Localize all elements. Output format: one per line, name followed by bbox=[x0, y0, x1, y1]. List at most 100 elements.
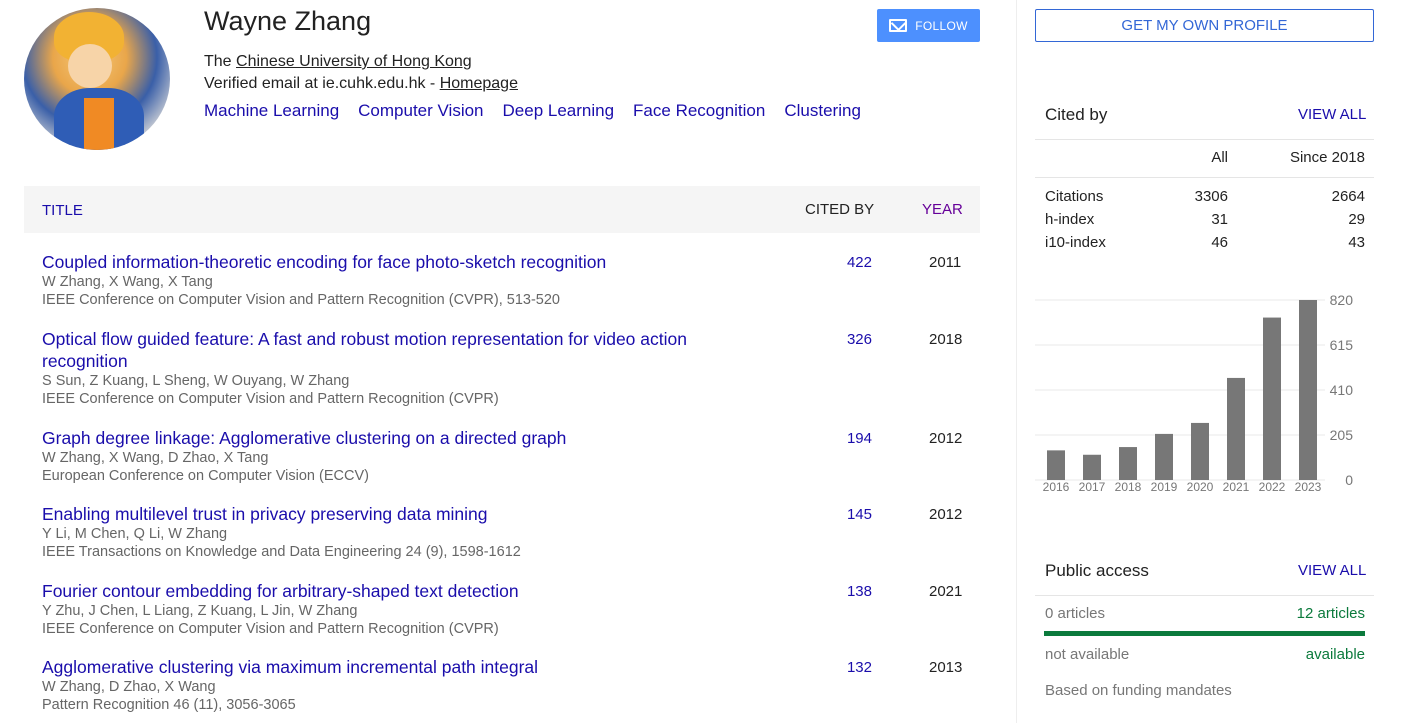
table-row: Coupled information-theoretic encoding f… bbox=[42, 251, 980, 309]
chart-bar[interactable] bbox=[1299, 300, 1317, 480]
cited-by-count[interactable]: 132 bbox=[832, 659, 872, 676]
affil-prefix: The bbox=[204, 53, 237, 70]
paper-title[interactable]: Optical flow guided feature: A fast and … bbox=[42, 328, 732, 372]
profile-avatar bbox=[24, 8, 170, 150]
paper-year: 2012 bbox=[929, 506, 963, 523]
funding-mandates-note: Based on funding mandates bbox=[1045, 682, 1232, 699]
chart-bar[interactable] bbox=[1227, 377, 1245, 480]
follow-button[interactable]: FOLLOW bbox=[877, 9, 980, 42]
chart-bar[interactable] bbox=[1047, 450, 1065, 480]
table-row: Optical flow guided feature: A fast and … bbox=[42, 328, 980, 408]
interest-link[interactable]: Face Recognition bbox=[633, 101, 765, 121]
table-row: Enabling multilevel trust in privacy pre… bbox=[42, 503, 980, 561]
paper-title[interactable]: Graph degree linkage: Agglomerative clus… bbox=[42, 427, 732, 449]
x-tick-label: 2016 bbox=[1043, 480, 1070, 494]
chart-bar[interactable] bbox=[1119, 447, 1137, 480]
y-tick-label: 0 bbox=[1345, 472, 1353, 488]
paper-title[interactable]: Fourier contour embedding for arbitrary-… bbox=[42, 580, 732, 602]
stat-all: 3306 bbox=[1194, 188, 1228, 205]
interest-link[interactable]: Deep Learning bbox=[503, 101, 615, 121]
sort-year[interactable]: YEAR bbox=[922, 201, 963, 218]
not-available-count: 0 articles bbox=[1045, 605, 1106, 622]
table-row: Fourier contour embedding for arbitrary-… bbox=[42, 580, 980, 638]
email-text: Verified email at ie.cuhk.edu.hk - bbox=[204, 75, 440, 92]
x-tick-label: 2017 bbox=[1079, 480, 1106, 494]
y-tick-label: 410 bbox=[1330, 382, 1354, 398]
avatar-face bbox=[68, 44, 112, 88]
interest-link[interactable]: Machine Learning bbox=[204, 101, 339, 121]
paper-authors: W Zhang, X Wang, X Tang bbox=[42, 274, 213, 290]
y-tick-label: 205 bbox=[1330, 427, 1354, 443]
paper-year: 2013 bbox=[929, 659, 963, 676]
interests-list: Machine Learning Computer Vision Deep Le… bbox=[204, 101, 861, 121]
chart-bar[interactable] bbox=[1191, 422, 1209, 480]
paper-year: 2011 bbox=[929, 254, 962, 271]
affiliation-link[interactable]: Chinese University of Hong Kong bbox=[236, 53, 472, 70]
x-tick-label: 2022 bbox=[1259, 480, 1286, 494]
paper-authors: Y Li, M Chen, Q Li, W Zhang bbox=[42, 526, 228, 542]
chart-bar[interactable] bbox=[1155, 433, 1173, 480]
public-access-bar bbox=[1044, 631, 1365, 636]
paper-venue: Pattern Recognition 46 (11), 3056-3065 bbox=[42, 697, 296, 713]
table-row: Graph degree linkage: Agglomerative clus… bbox=[42, 427, 980, 485]
stat-label[interactable]: Citations bbox=[1045, 188, 1103, 205]
paper-year: 2018 bbox=[929, 331, 963, 348]
not-available-label: not available bbox=[1045, 646, 1130, 663]
col-since-header: Since 2018 bbox=[1289, 149, 1365, 166]
profile-affiliation: The Chinese University of Hong Kong Veri… bbox=[204, 51, 518, 95]
paper-title[interactable]: Agglomerative clustering via maximum inc… bbox=[42, 656, 732, 678]
stat-since: 29 bbox=[1348, 211, 1365, 228]
paper-year: 2021 bbox=[929, 583, 963, 600]
cited-by-count[interactable]: 138 bbox=[832, 583, 872, 600]
stat-label[interactable]: i10-index bbox=[1045, 234, 1106, 251]
public-access-heading: Public access bbox=[1045, 561, 1149, 580]
get-own-profile-button[interactable]: GET MY OWN PROFILE bbox=[1035, 9, 1374, 42]
sort-cited-by[interactable]: CITED BY bbox=[805, 201, 874, 218]
sidebar-divider bbox=[1016, 0, 1017, 723]
interest-link[interactable]: Clustering bbox=[784, 101, 861, 121]
chart-bar[interactable] bbox=[1263, 317, 1281, 480]
sort-title[interactable]: TITLE bbox=[42, 202, 83, 219]
public-access-view-all[interactable]: VIEW ALL bbox=[1298, 562, 1366, 579]
x-tick-label: 2019 bbox=[1151, 480, 1178, 494]
cited-by-count[interactable]: 145 bbox=[832, 506, 872, 523]
stat-label[interactable]: h-index bbox=[1045, 211, 1094, 228]
paper-authors: W Zhang, D Zhao, X Wang bbox=[42, 679, 216, 695]
paper-authors: S Sun, Z Kuang, L Sheng, W Ouyang, W Zha… bbox=[42, 373, 350, 389]
follow-label: FOLLOW bbox=[915, 18, 968, 33]
divider bbox=[1035, 595, 1374, 596]
cited-by-count[interactable]: 194 bbox=[832, 430, 872, 447]
cited-by-heading: Cited by bbox=[1045, 105, 1108, 124]
profile-name: Wayne Zhang bbox=[204, 6, 372, 36]
citations-chart-svg: 0 205 410 615 820 2016 2017 2018 2019 2020 2021 202… bbox=[1035, 292, 1354, 494]
chart-bar[interactable] bbox=[1083, 454, 1101, 480]
table-header: TITLE CITED BY YEAR bbox=[24, 186, 980, 233]
y-tick-label: 820 bbox=[1330, 292, 1354, 308]
divider bbox=[1035, 177, 1374, 178]
table-row: Agglomerative clustering via maximum inc… bbox=[42, 656, 980, 714]
homepage-link[interactable]: Homepage bbox=[440, 75, 518, 92]
mail-icon bbox=[889, 19, 908, 32]
available-label: available bbox=[1305, 646, 1365, 663]
citations-chart: 0 205 410 615 820 2016 2017 2018 2019 2020 2021 202… bbox=[1035, 292, 1365, 502]
stat-all: 31 bbox=[1211, 211, 1228, 228]
x-tick-label: 2018 bbox=[1115, 480, 1142, 494]
paper-authors: Y Zhu, J Chen, L Liang, Z Kuang, L Jin, … bbox=[42, 603, 358, 619]
col-all-header: All bbox=[1211, 149, 1228, 166]
y-tick-label: 615 bbox=[1330, 337, 1354, 353]
x-tick-label: 2021 bbox=[1223, 480, 1250, 494]
paper-venue: IEEE Conference on Computer Vision and P… bbox=[42, 621, 499, 637]
available-count: 12 articles bbox=[1296, 605, 1365, 622]
paper-title[interactable]: Coupled information-theoretic encoding f… bbox=[42, 251, 732, 273]
interest-link[interactable]: Computer Vision bbox=[358, 101, 483, 121]
cited-by-view-all[interactable]: VIEW ALL bbox=[1298, 106, 1366, 123]
divider bbox=[1035, 139, 1374, 140]
x-tick-label: 2020 bbox=[1187, 480, 1214, 494]
paper-venue: European Conference on Computer Vision (… bbox=[42, 468, 369, 484]
paper-title[interactable]: Enabling multilevel trust in privacy pre… bbox=[42, 503, 732, 525]
cited-by-count[interactable]: 422 bbox=[832, 254, 872, 271]
avatar-stripe bbox=[84, 98, 114, 150]
cited-by-count[interactable]: 326 bbox=[832, 331, 872, 348]
paper-venue: IEEE Conference on Computer Vision and P… bbox=[42, 292, 560, 308]
x-tick-label: 2023 bbox=[1295, 480, 1322, 494]
